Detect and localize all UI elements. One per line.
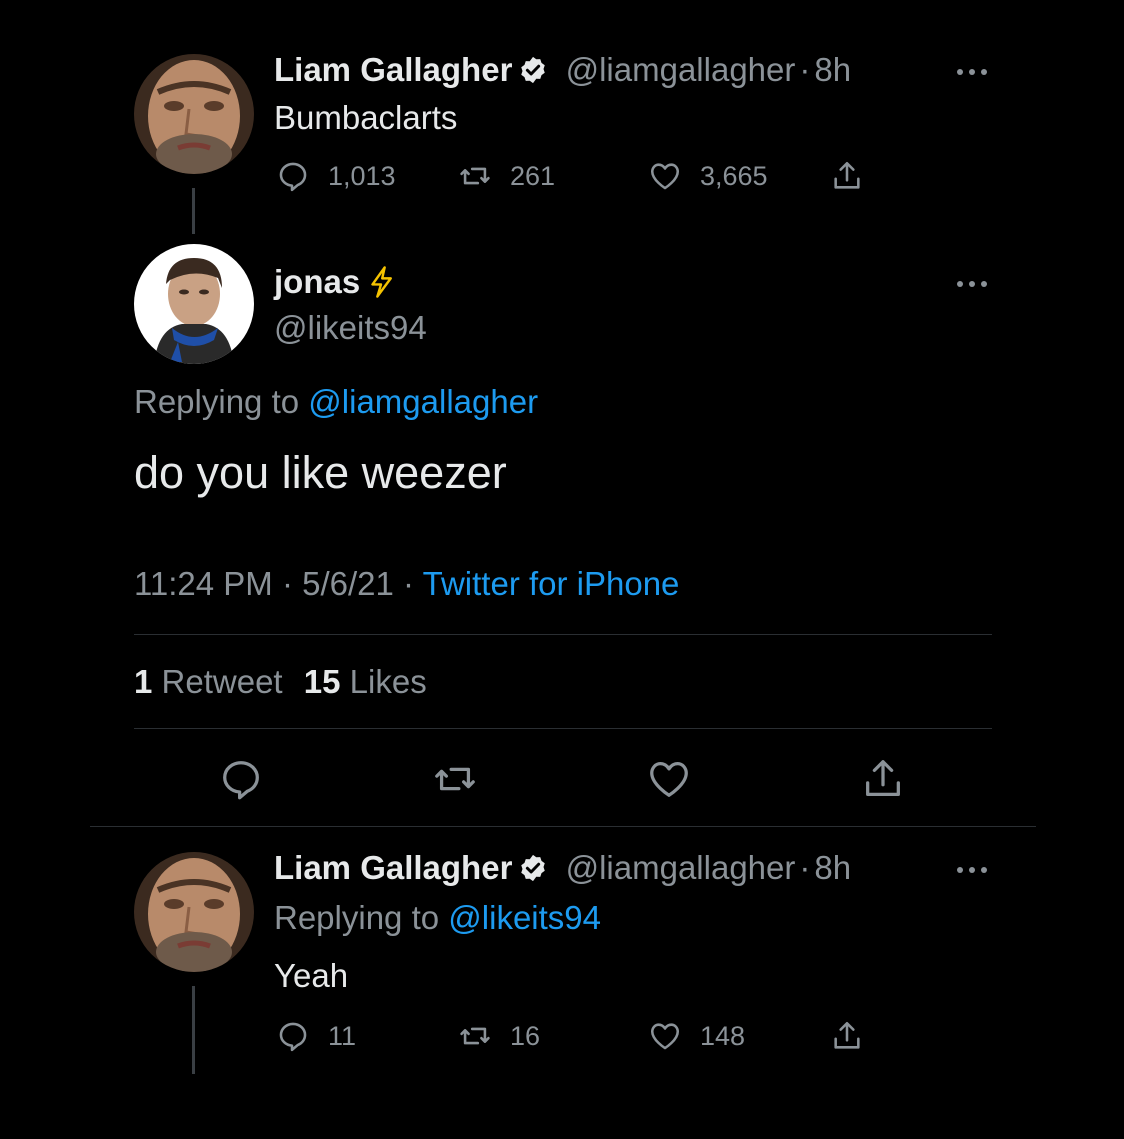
main-tweet-replying-prefix: Replying to (134, 383, 300, 420)
thread-line-3 (192, 986, 195, 1074)
heart-icon (650, 762, 688, 797)
divider-main-bottom (90, 826, 1036, 827)
retweet-stat[interactable]: 1 Retweet (134, 663, 292, 700)
heart-icon (650, 1023, 680, 1050)
tweet1-like-count: 3,665 (700, 160, 768, 191)
share-icon (866, 760, 900, 796)
verified-badge-icon (518, 54, 548, 84)
like-stat[interactable]: 15 Likes (304, 663, 427, 700)
tweet1-retweet-count: 261 (510, 160, 556, 191)
tweet1-share-button[interactable] (830, 156, 882, 196)
tweet1-retweet-button[interactable]: 261 (458, 156, 555, 196)
retweet-icon (460, 1027, 490, 1045)
retweet-count: 1 (134, 663, 153, 700)
tweet3-replying-to: Replying to @likeits94 (274, 898, 601, 938)
reply-icon (223, 761, 259, 800)
reply-icon (279, 1022, 307, 1052)
thread-line-1 (192, 188, 195, 234)
tweet3-time[interactable]: 8h (814, 849, 851, 886)
tweet1-like-button[interactable]: 3,665 (648, 156, 768, 196)
retweet-icon (460, 167, 490, 185)
tweet3-replying-prefix: Replying to (274, 899, 440, 936)
tweet3-replying-handle[interactable]: @likeits94 (448, 899, 601, 936)
more-icon (957, 69, 987, 75)
like-count: 15 (303, 663, 341, 700)
main-tweet-retweet-button[interactable] (432, 756, 478, 802)
retweet-label: Retweet (161, 663, 283, 700)
tweet1-reply-count: 1,013 (328, 160, 396, 191)
main-tweet-source[interactable]: Twitter for iPhone (423, 565, 680, 602)
tweet1-handle[interactable]: @liamgallagher (566, 51, 796, 88)
main-tweet-name-row: jonas (274, 262, 396, 302)
tweet3-name[interactable]: Liam Gallagher (274, 849, 512, 886)
main-tweet-timestamp[interactable]: 11:24 PM · 5/6/21 · (134, 565, 414, 602)
tweet3-like-button[interactable]: 148 (648, 1016, 745, 1056)
tweet3-reply-count: 11 (328, 1020, 357, 1051)
avatar-liam-reply-image (134, 852, 254, 972)
avatar-liam-reply[interactable] (134, 852, 254, 972)
tweet1-dot: · (799, 51, 811, 88)
tweet3-text: Yeah (274, 957, 349, 994)
avatar-liam[interactable] (134, 54, 254, 174)
heart-icon (650, 163, 680, 190)
tweet3-like-count: 148 (700, 1020, 746, 1051)
share-icon (834, 1021, 860, 1049)
lightning-icon (366, 265, 396, 299)
share-icon (834, 161, 860, 189)
main-tweet-stats: 1 Retweet 15 Likes (134, 662, 427, 702)
tweet3-share-button[interactable] (830, 1016, 882, 1056)
tweet3-retweet-button[interactable]: 16 (458, 1016, 540, 1056)
tweet3-header: Liam Gallagher @liamgallagher · 8h (274, 848, 851, 888)
avatar-jonas-image (134, 244, 254, 364)
tweet1-header: Liam Gallagher @liamgallagher · 8h (274, 50, 851, 90)
main-tweet-replying-to: Replying to @liamgallagher (134, 382, 538, 422)
tweet3-dot: · (799, 849, 811, 886)
tweet1-time[interactable]: 8h (814, 51, 851, 88)
tweet3-handle[interactable]: @liamgallagher (566, 849, 796, 886)
divider-stats-top (134, 634, 992, 635)
reply-icon (279, 162, 307, 192)
tweet3-retweet-count: 16 (510, 1020, 541, 1051)
main-tweet-meta: 11:24 PM · 5/6/21 · Twitter for iPhone (134, 564, 679, 604)
avatar-jonas[interactable] (134, 244, 254, 364)
like-label: Likes (349, 663, 427, 700)
main-tweet-reply-button[interactable] (218, 756, 264, 802)
tweet3-more-button[interactable] (952, 860, 992, 880)
main-tweet-handle[interactable]: @likeits94 (274, 308, 427, 348)
retweet-icon (435, 767, 475, 791)
avatar-liam-image (134, 54, 254, 174)
more-icon (957, 281, 987, 287)
more-icon (957, 867, 987, 873)
main-tweet-text: do you like weezer (134, 447, 507, 498)
tweet1-reply-button[interactable]: 1,013 (276, 156, 396, 196)
main-tweet-like-button[interactable] (646, 756, 692, 802)
divider-stats-bottom (134, 728, 992, 729)
verified-badge-icon (518, 852, 548, 882)
tweet1-name[interactable]: Liam Gallagher (274, 51, 512, 88)
main-tweet-name[interactable]: jonas (274, 263, 360, 300)
main-tweet-share-button[interactable] (860, 756, 906, 802)
tweet3-reply-button[interactable]: 11 (276, 1016, 356, 1056)
main-tweet-more-button[interactable] (952, 274, 992, 294)
tweet1-text: Bumbaclarts (274, 99, 458, 136)
tweet1-more-button[interactable] (952, 62, 992, 82)
main-tweet-replying-handle[interactable]: @liamgallagher (308, 383, 538, 420)
